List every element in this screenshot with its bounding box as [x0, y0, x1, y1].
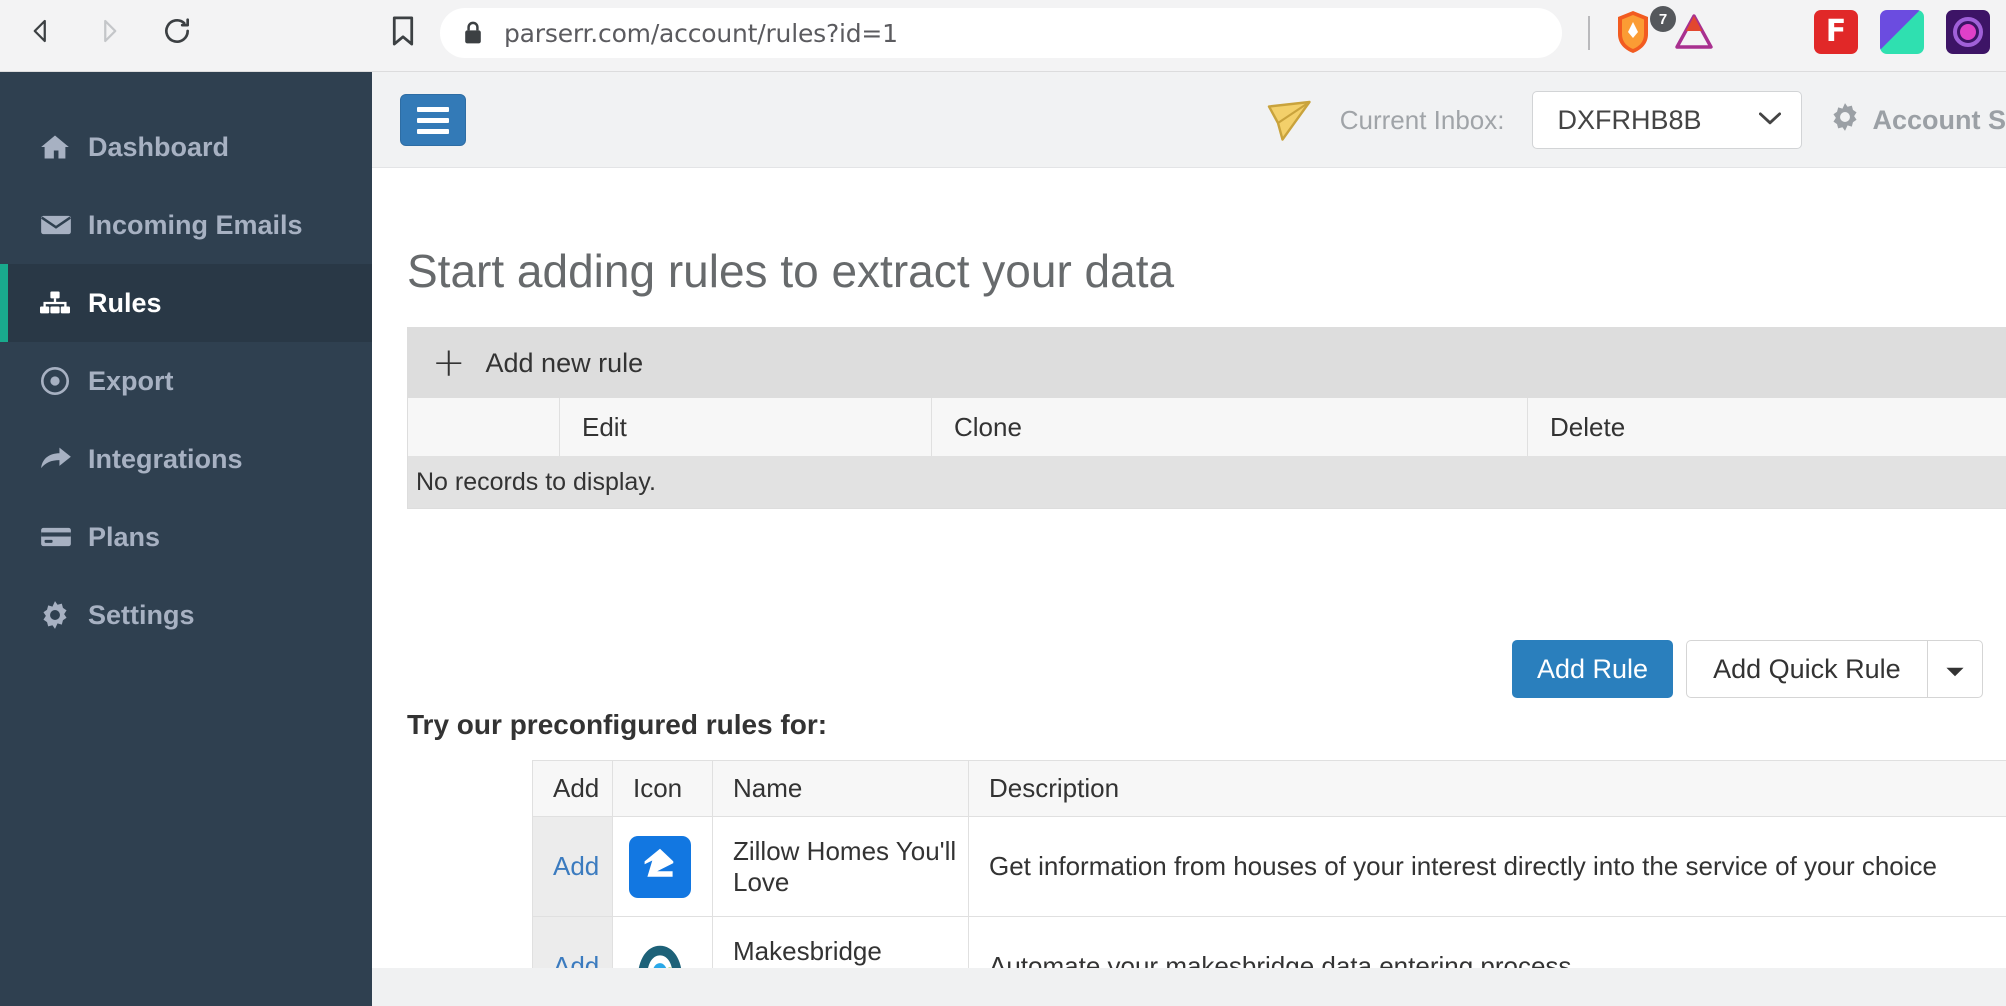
inbox-select[interactable]: DXFRHB8B: [1532, 91, 1802, 149]
sidebar-item-integrations[interactable]: Integrations: [0, 420, 372, 498]
target-circle-icon: [40, 366, 78, 396]
rules-col-delete: Delete: [1528, 398, 2006, 456]
envelope-icon: [40, 213, 78, 237]
paper-plane-icon: [1264, 96, 1316, 144]
preconf-col-name: Name: [713, 761, 969, 816]
purple-ring-extension-icon[interactable]: [1946, 10, 1990, 54]
inbox-select-value: DXFRHB8B: [1557, 105, 1701, 136]
preconf-description: Get information from houses of your inte…: [969, 817, 2006, 916]
forward-button[interactable]: [86, 8, 132, 54]
sidebar-item-label: Integrations: [88, 444, 243, 475]
brave-toolbar-group: 7: [1610, 8, 1716, 61]
bookmark-button[interactable]: [382, 12, 424, 54]
sidebar-item-label: Incoming Emails: [88, 210, 303, 241]
back-button[interactable]: [18, 8, 64, 54]
add-new-rule-button[interactable]: + Add new rule: [408, 328, 2006, 398]
sidebar-item-label: Settings: [88, 600, 195, 631]
sidebar-item-incoming-emails[interactable]: Incoming Emails: [0, 186, 372, 264]
content-footer-area: [372, 968, 2006, 1006]
rules-col-edit: Edit: [560, 398, 932, 456]
flipboard-extension-icon[interactable]: F: [1814, 10, 1858, 54]
sidebar-item-label: Rules: [88, 288, 162, 319]
rules-grid-header: Edit Clone Delete: [408, 398, 2006, 456]
back-arrow-icon: [26, 16, 56, 46]
main-content: Start adding rules to extract your data …: [372, 168, 2006, 1006]
sidebar-item-label: Dashboard: [88, 132, 229, 163]
brave-shields-lion-icon: [1610, 8, 1656, 61]
sidebar-item-label: Export: [88, 366, 174, 397]
current-inbox-label: Current Inbox:: [1340, 105, 1505, 136]
sidebar-item-label: Plans: [88, 522, 160, 553]
address-bar[interactable]: parserr.com/account/rules?id=1: [440, 8, 1562, 58]
bookmark-icon: [389, 15, 417, 52]
rules-col-clone: Clone: [932, 398, 1528, 456]
rules-col-select: [408, 398, 560, 456]
toolbar-divider: [1588, 16, 1590, 50]
sidebar-item-settings[interactable]: Settings: [0, 576, 372, 654]
add-quick-rule-dropdown-toggle[interactable]: [1927, 640, 1983, 698]
zillow-logo-icon: [629, 836, 691, 898]
sidebar-item-dashboard[interactable]: Dashboard: [0, 108, 372, 186]
home-icon: [40, 133, 78, 161]
gradient-extension-icon[interactable]: [1880, 10, 1924, 54]
purple-ring-glyph: [1953, 17, 1983, 47]
chevron-down-icon: [1759, 111, 1781, 130]
sidebar-item-rules[interactable]: Rules: [0, 264, 372, 342]
rules-empty-message: No records to display.: [408, 456, 2006, 508]
rule-actions-row: Add Rule Add Quick Rule: [372, 640, 2006, 698]
app-shell: Dashboard Incoming Emails Rules: [0, 72, 2006, 1006]
preconfigured-heading: Try our preconfigured rules for:: [407, 709, 827, 741]
reload-button[interactable]: [154, 8, 200, 54]
preconf-name: Zillow Homes You'll Love: [713, 817, 969, 916]
gear-icon: [40, 600, 78, 630]
preconf-col-description: Description: [969, 761, 2006, 816]
reload-icon: [161, 15, 193, 47]
share-arrow-icon: [40, 446, 78, 472]
account-settings-label: Account S: [1872, 105, 2006, 136]
gear-icon: [1830, 102, 1860, 139]
brave-rewards-button[interactable]: [1672, 10, 1716, 59]
sidebar-item-export[interactable]: Export: [0, 342, 372, 420]
content-card: Start adding rules to extract your data …: [372, 168, 2006, 968]
sidebar-item-plans[interactable]: Plans: [0, 498, 372, 576]
preconfigured-table-header: Add Icon Name Description: [533, 761, 2006, 817]
preconf-col-icon: Icon: [613, 761, 713, 816]
preconf-col-add: Add: [533, 761, 613, 816]
page-title: Start adding rules to extract your data: [407, 244, 1174, 298]
shields-blocked-count-badge: 7: [1650, 6, 1676, 32]
browser-chrome: parserr.com/account/rules?id=1 7: [0, 0, 2006, 72]
browser-nav-buttons: [18, 8, 200, 54]
account-settings-link[interactable]: Account S: [1830, 102, 2006, 139]
add-quick-rule-button[interactable]: Add Quick Rule: [1686, 640, 1927, 698]
sitemap-icon: [40, 290, 78, 316]
topbar-right-group: Current Inbox: DXFRHB8B Account S: [1264, 72, 2006, 168]
brave-rewards-triangle-icon: [1672, 10, 1716, 59]
add-rule-button[interactable]: Add Rule: [1512, 640, 1673, 698]
forward-arrow-icon: [94, 16, 124, 46]
preconf-icon-cell: [613, 817, 713, 916]
sidebar-navigation: Dashboard Incoming Emails Rules: [0, 72, 372, 1006]
top-navigation-bar: Current Inbox: DXFRHB8B Account S: [372, 72, 2006, 168]
url-text: parserr.com/account/rules?id=1: [504, 19, 898, 48]
brave-shields-button[interactable]: 7: [1610, 8, 1656, 61]
preconf-add-link[interactable]: Add: [533, 817, 613, 916]
add-new-rule-label: Add new rule: [486, 348, 644, 379]
plus-icon: +: [432, 343, 466, 383]
credit-card-icon: [40, 525, 78, 549]
table-row: Add Zillow Homes You'll Love Get informa…: [533, 817, 2006, 917]
rules-grid: + Add new rule Edit Clone Delete No reco…: [407, 327, 2006, 509]
flipboard-glyph: F: [1826, 17, 1847, 47]
lock-icon: [462, 20, 484, 46]
browser-extensions-group: F: [1814, 10, 1990, 54]
hamburger-menu-icon[interactable]: [400, 94, 466, 146]
caret-down-icon: [1945, 654, 1965, 685]
